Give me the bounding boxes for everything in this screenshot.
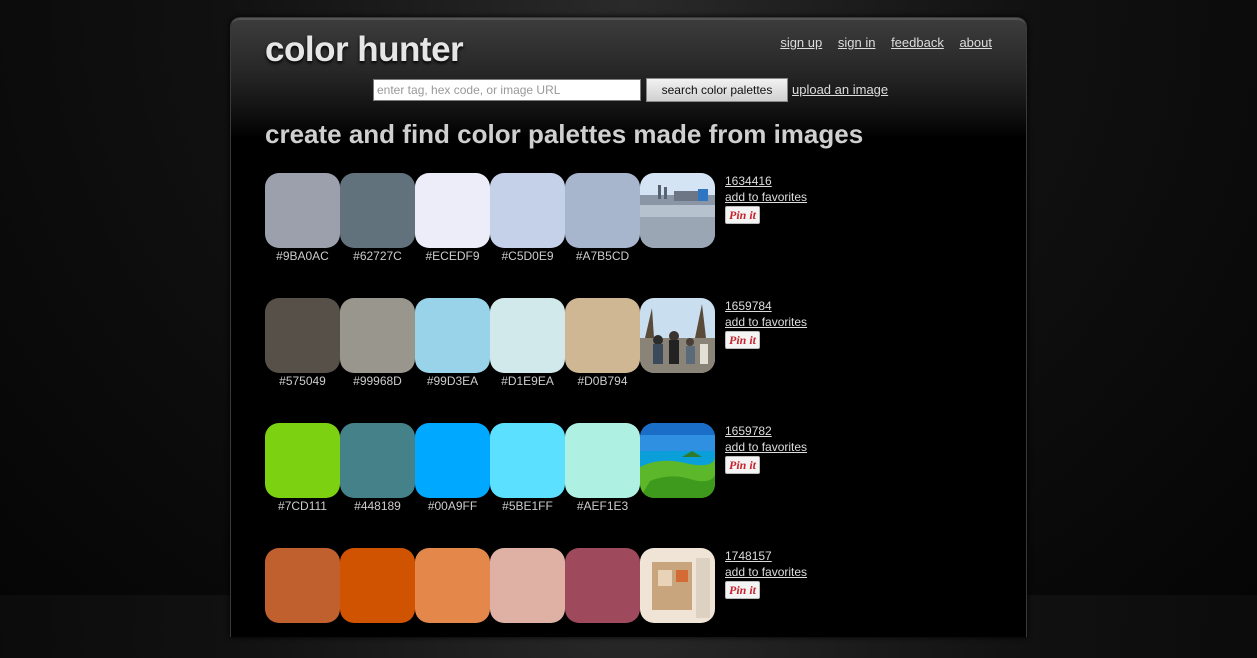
about-link[interactable]: about bbox=[959, 35, 992, 50]
sign-up-link[interactable]: sign up bbox=[780, 35, 822, 50]
palette-id-link[interactable]: 1748157 bbox=[725, 548, 807, 564]
color-swatch[interactable] bbox=[565, 173, 640, 248]
hex-label: #99968D bbox=[353, 374, 402, 388]
pin-it-button[interactable]: Pin it bbox=[725, 206, 761, 224]
color-swatch[interactable] bbox=[415, 173, 490, 248]
palette-id-link[interactable]: 1659784 bbox=[725, 298, 807, 314]
palette-id-link[interactable]: 1634416 bbox=[725, 173, 807, 189]
color-swatch[interactable] bbox=[265, 173, 340, 248]
upload-image-link[interactable]: upload an image bbox=[792, 82, 888, 97]
hex-label: #00A9FF bbox=[427, 499, 478, 513]
crowd-park-photo[interactable] bbox=[640, 298, 715, 373]
site-logo[interactable]: color hunter bbox=[265, 30, 464, 70]
color-swatch[interactable] bbox=[265, 298, 340, 373]
hex-label: #D1E9EA bbox=[501, 374, 554, 388]
add-to-favorites-link[interactable]: add to favorites bbox=[725, 189, 807, 205]
hex-label: #AEF1E3 bbox=[576, 499, 629, 513]
color-swatch[interactable] bbox=[415, 423, 490, 498]
add-to-favorites-link[interactable]: add to favorites bbox=[725, 564, 807, 580]
hex-label: #ECEDF9 bbox=[425, 249, 480, 263]
palette-meta: 1659784 add to favorites Pin it bbox=[725, 298, 807, 349]
hex-label: #A7B5CD bbox=[575, 249, 630, 263]
color-swatch[interactable] bbox=[565, 298, 640, 373]
hex-label: #5BE1FF bbox=[502, 499, 553, 513]
color-swatch[interactable] bbox=[490, 548, 565, 623]
color-swatch[interactable] bbox=[490, 298, 565, 373]
coastal-cliffs-photo[interactable] bbox=[640, 423, 715, 498]
color-swatch[interactable] bbox=[565, 548, 640, 623]
color-swatch[interactable] bbox=[415, 548, 490, 623]
palette-meta: 1659782 add to favorites Pin it bbox=[725, 423, 807, 474]
page-container: color hunter sign up sign in feedback ab… bbox=[230, 17, 1027, 637]
pin-it-button[interactable]: Pin it bbox=[725, 331, 761, 349]
palette-meta: 1634416 add to favorites Pin it bbox=[725, 173, 807, 224]
add-to-favorites-link[interactable]: add to favorites bbox=[725, 439, 807, 455]
palette-row: #9BA0AC #62727C #ECEDF9 #C5D0E9 #A7B5CD … bbox=[265, 173, 825, 283]
top-nav: sign up sign in feedback about bbox=[768, 35, 992, 50]
industrial-waterfront-photo[interactable] bbox=[640, 173, 715, 248]
hex-label: #99D3EA bbox=[426, 374, 479, 388]
hex-label: #7CD111 bbox=[278, 499, 327, 513]
color-swatch[interactable] bbox=[490, 173, 565, 248]
pin-it-button[interactable]: Pin it bbox=[725, 456, 761, 474]
add-to-favorites-link[interactable]: add to favorites bbox=[725, 314, 807, 330]
sign-in-link[interactable]: sign in bbox=[838, 35, 876, 50]
page-headline: create and find color palettes made from… bbox=[265, 119, 864, 149]
color-swatch[interactable] bbox=[340, 173, 415, 248]
hex-label: #9BA0AC bbox=[276, 249, 329, 263]
color-swatch[interactable] bbox=[490, 423, 565, 498]
color-swatch[interactable] bbox=[340, 298, 415, 373]
color-swatch[interactable] bbox=[565, 423, 640, 498]
color-swatch[interactable] bbox=[265, 423, 340, 498]
search-button[interactable]: search color palettes bbox=[646, 78, 788, 102]
palette-row: #7CD111 #448189 #00A9FF #5BE1FF #AEF1E3 … bbox=[265, 423, 825, 533]
hex-label: #575049 bbox=[279, 374, 326, 388]
color-swatch[interactable] bbox=[340, 423, 415, 498]
search-input[interactable] bbox=[373, 79, 641, 101]
color-swatch[interactable] bbox=[340, 548, 415, 623]
feedback-link[interactable]: feedback bbox=[891, 35, 944, 50]
palette-meta: 1748157 add to favorites Pin it bbox=[725, 548, 807, 599]
hex-label: #62727C bbox=[353, 249, 402, 263]
pin-it-button[interactable]: Pin it bbox=[725, 581, 761, 599]
color-swatch[interactable] bbox=[415, 298, 490, 373]
palette-id-link[interactable]: 1659782 bbox=[725, 423, 807, 439]
color-swatch[interactable] bbox=[265, 548, 340, 623]
hex-label: #D0B794 bbox=[577, 374, 628, 388]
hex-label: #448189 bbox=[354, 499, 401, 513]
palette-row: 1748157 add to favorites Pin it bbox=[265, 548, 825, 658]
palette-row: #575049 #99968D #99D3EA #D1E9EA #D0B794 bbox=[265, 298, 825, 408]
hex-label: #C5D0E9 bbox=[501, 249, 554, 263]
room-interior-photo[interactable] bbox=[640, 548, 715, 623]
